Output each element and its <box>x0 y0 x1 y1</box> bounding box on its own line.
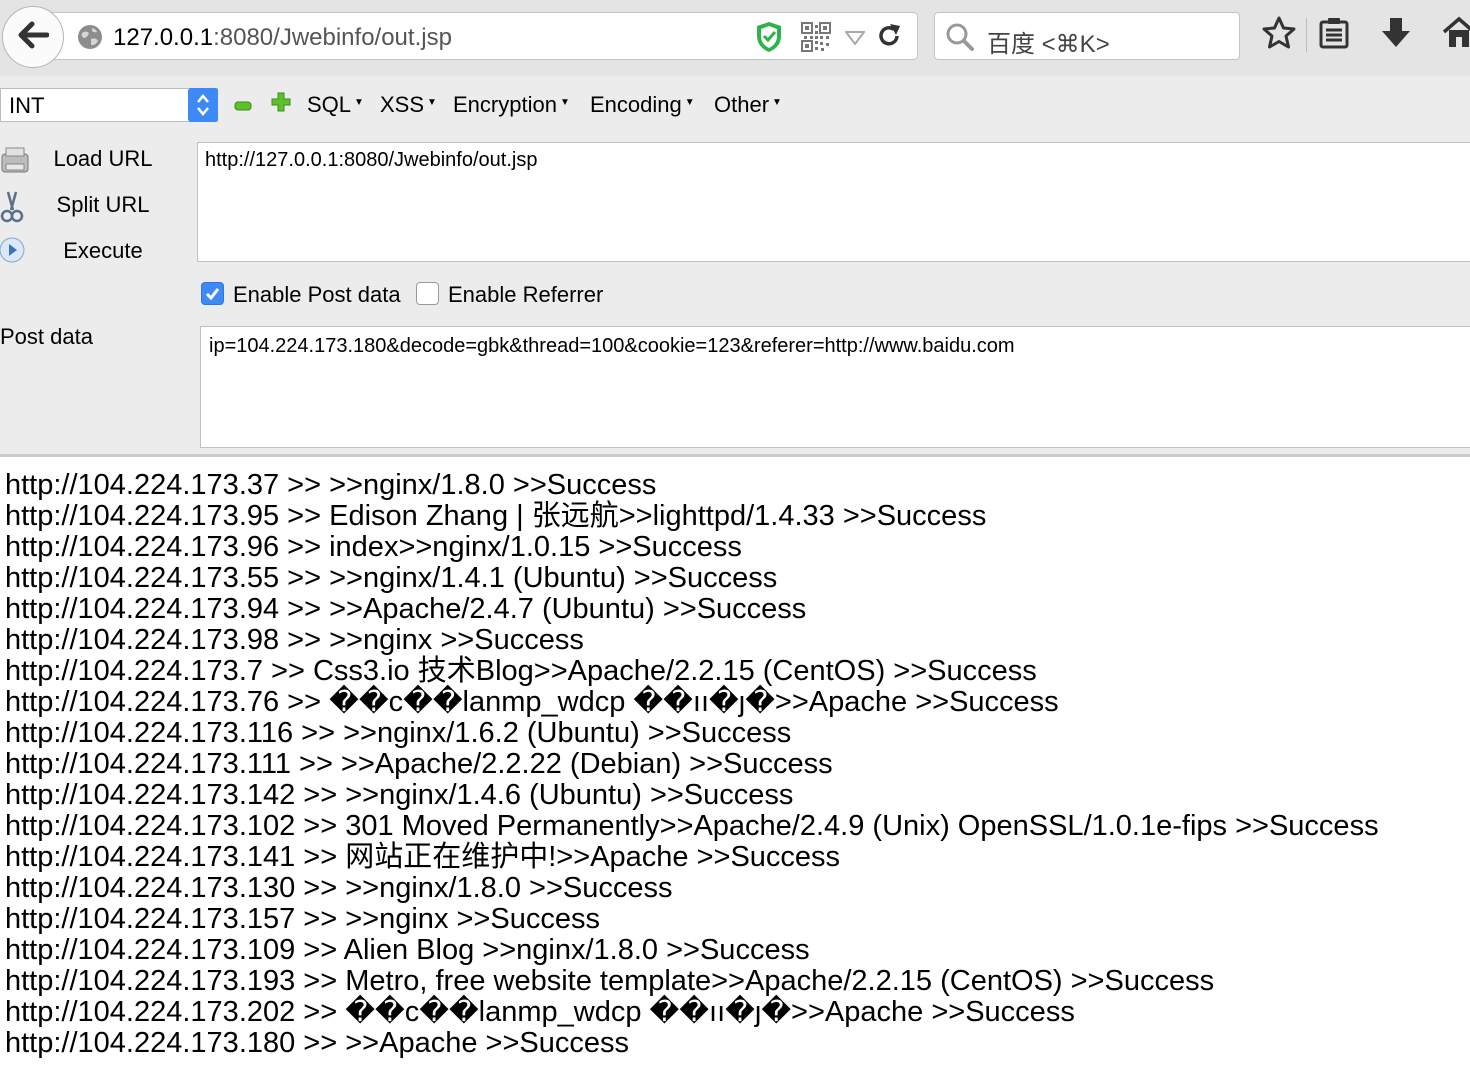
output-line: http://104.224.173.76 >> ��c��lanmp_wdcp… <box>5 686 1059 718</box>
home-icon[interactable] <box>1442 16 1470 55</box>
browser-toolbar: 127.0.0.1:8080/Jwebinfo/out.jsp 百度 <⌘K> <box>0 0 1470 76</box>
enable-post-label: Enable Post data <box>233 282 401 307</box>
output-line: http://104.224.173.193 >> Metro, free we… <box>5 965 1215 997</box>
reading-list-icon[interactable] <box>1318 16 1350 55</box>
output-line: http://104.224.173.130 >> >>nginx/1.8.0 … <box>5 872 673 904</box>
execute-label: Execute <box>63 238 143 263</box>
output-line: http://104.224.173.109 >> Alien Blog >>n… <box>5 934 810 966</box>
output-line: http://104.224.173.102 >> 301 Moved Perm… <box>5 810 1379 842</box>
back-arrow-icon <box>17 20 50 55</box>
hackbar-menu-row: INT SQL ▼ XSS ▼ Encryption ▼ Encoding ▼ Othe… <box>0 76 1470 140</box>
url-path: :8080/Jwebinfo/out.jsp <box>213 24 452 51</box>
output-line: http://104.224.173.98 >> >>nginx >>Succe… <box>5 624 584 656</box>
output-line: http://104.224.173.111 >> >>Apache/2.2.2… <box>5 748 833 780</box>
output-line: http://104.224.173.55 >> >>nginx/1.4.1 (… <box>5 562 778 594</box>
output-line: http://104.224.173.157 >> >>nginx >>Succ… <box>5 903 600 935</box>
output-line: http://104.224.173.202 >> ��c��lanmp_wdc… <box>5 996 1075 1028</box>
menu-sql[interactable]: SQL ▼ <box>307 92 364 118</box>
menu-encoding[interactable]: Encoding ▼ <box>590 92 695 118</box>
enable-post-checkbox[interactable] <box>201 282 224 305</box>
search-icon <box>945 22 975 57</box>
load-url-button[interactable]: Load URL <box>0 140 198 180</box>
chevron-down-icon: ▼ <box>772 97 782 108</box>
output-line: http://104.224.173.7 >> Css3.io 技术Blog>>… <box>5 655 1037 687</box>
hackbar-actions: Load URL Split URL Execute <box>0 140 198 456</box>
menu-encryption-label: Encryption <box>453 92 557 117</box>
menu-other[interactable]: Other ▼ <box>714 92 782 118</box>
output-line: http://104.224.173.116 >> >>nginx/1.6.2 … <box>5 717 792 749</box>
decrease-button[interactable] <box>234 98 252 116</box>
output-line: http://104.224.173.94 >> >>Apache/2.4.7 … <box>5 593 807 625</box>
star-icon[interactable] <box>1262 16 1296 55</box>
url-textarea[interactable]: http://127.0.0.1:8080/Jwebinfo/out.jsp <box>197 142 1470 262</box>
split-url-button[interactable]: Split URL <box>0 186 198 226</box>
split-url-label: Split URL <box>56 192 150 217</box>
execute-button[interactable]: Execute <box>0 232 198 272</box>
page-output: http://104.224.173.37 >> >>nginx/1.8.0 >… <box>5 470 1470 1059</box>
qr-code-icon[interactable] <box>801 22 831 57</box>
chevron-down-icon: ▼ <box>559 97 570 108</box>
hackbar-panel: INT SQL ▼ XSS ▼ Encryption ▼ Encoding ▼ Othe… <box>0 76 1470 456</box>
panel-divider <box>0 454 1470 457</box>
search-bar[interactable]: 百度 <⌘K> <box>934 12 1240 60</box>
output-line: http://104.224.173.37 >> >>nginx/1.8.0 >… <box>5 469 657 501</box>
address-bar[interactable]: 127.0.0.1:8080/Jwebinfo/out.jsp <box>48 12 918 60</box>
menu-encoding-label: Encoding <box>590 92 682 117</box>
output-line: http://104.224.173.141 >> 网站正在维护中!>>Apac… <box>5 841 841 873</box>
chevron-down-icon: ▼ <box>427 97 437 108</box>
shield-check-icon[interactable] <box>755 21 783 58</box>
increase-button[interactable] <box>271 92 291 117</box>
select-updown-icon[interactable] <box>188 88 218 122</box>
menu-xss-label: XSS <box>380 92 425 117</box>
post-data-textarea[interactable]: ip=104.224.173.180&decode=gbk&thread=100… <box>200 326 1470 448</box>
checkmark-icon <box>205 288 220 301</box>
chevron-down-icon: ▼ <box>684 97 695 108</box>
output-line: http://104.224.173.180 >> >>Apache >>Suc… <box>5 1027 629 1059</box>
post-data-label: Post data <box>0 324 93 349</box>
download-icon[interactable] <box>1380 16 1412 55</box>
globe-icon <box>77 24 103 55</box>
url-text[interactable]: 127.0.0.1:8080/Jwebinfo/out.jsp <box>113 24 452 52</box>
menu-xss[interactable]: XSS ▼ <box>380 92 437 118</box>
back-button[interactable] <box>2 6 64 68</box>
search-placeholder: 百度 <⌘K> <box>987 31 1110 58</box>
menu-encryption[interactable]: Encryption ▼ <box>453 92 570 118</box>
url-host: 127.0.0.1 <box>113 24 214 51</box>
enable-referrer-label: Enable Referrer <box>448 282 604 307</box>
toolbar-separator <box>1306 18 1307 52</box>
load-url-label: Load URL <box>53 146 153 171</box>
dropdown-triangle-icon[interactable] <box>844 31 866 50</box>
output-line: http://104.224.173.142 >> >>nginx/1.4.6 … <box>5 779 794 811</box>
enable-referrer-checkbox[interactable] <box>416 282 439 305</box>
output-line: http://104.224.173.95 >> Edison Zhang | … <box>5 500 987 532</box>
type-select[interactable]: INT <box>0 88 218 122</box>
type-select-value: INT <box>9 93 45 118</box>
output-line: http://104.224.173.96 >> index>>nginx/1.… <box>5 531 742 563</box>
menu-sql-label: SQL <box>307 92 352 117</box>
chevron-down-icon: ▼ <box>354 97 364 108</box>
menu-other-label: Other <box>714 92 770 117</box>
reload-icon[interactable] <box>875 22 903 55</box>
